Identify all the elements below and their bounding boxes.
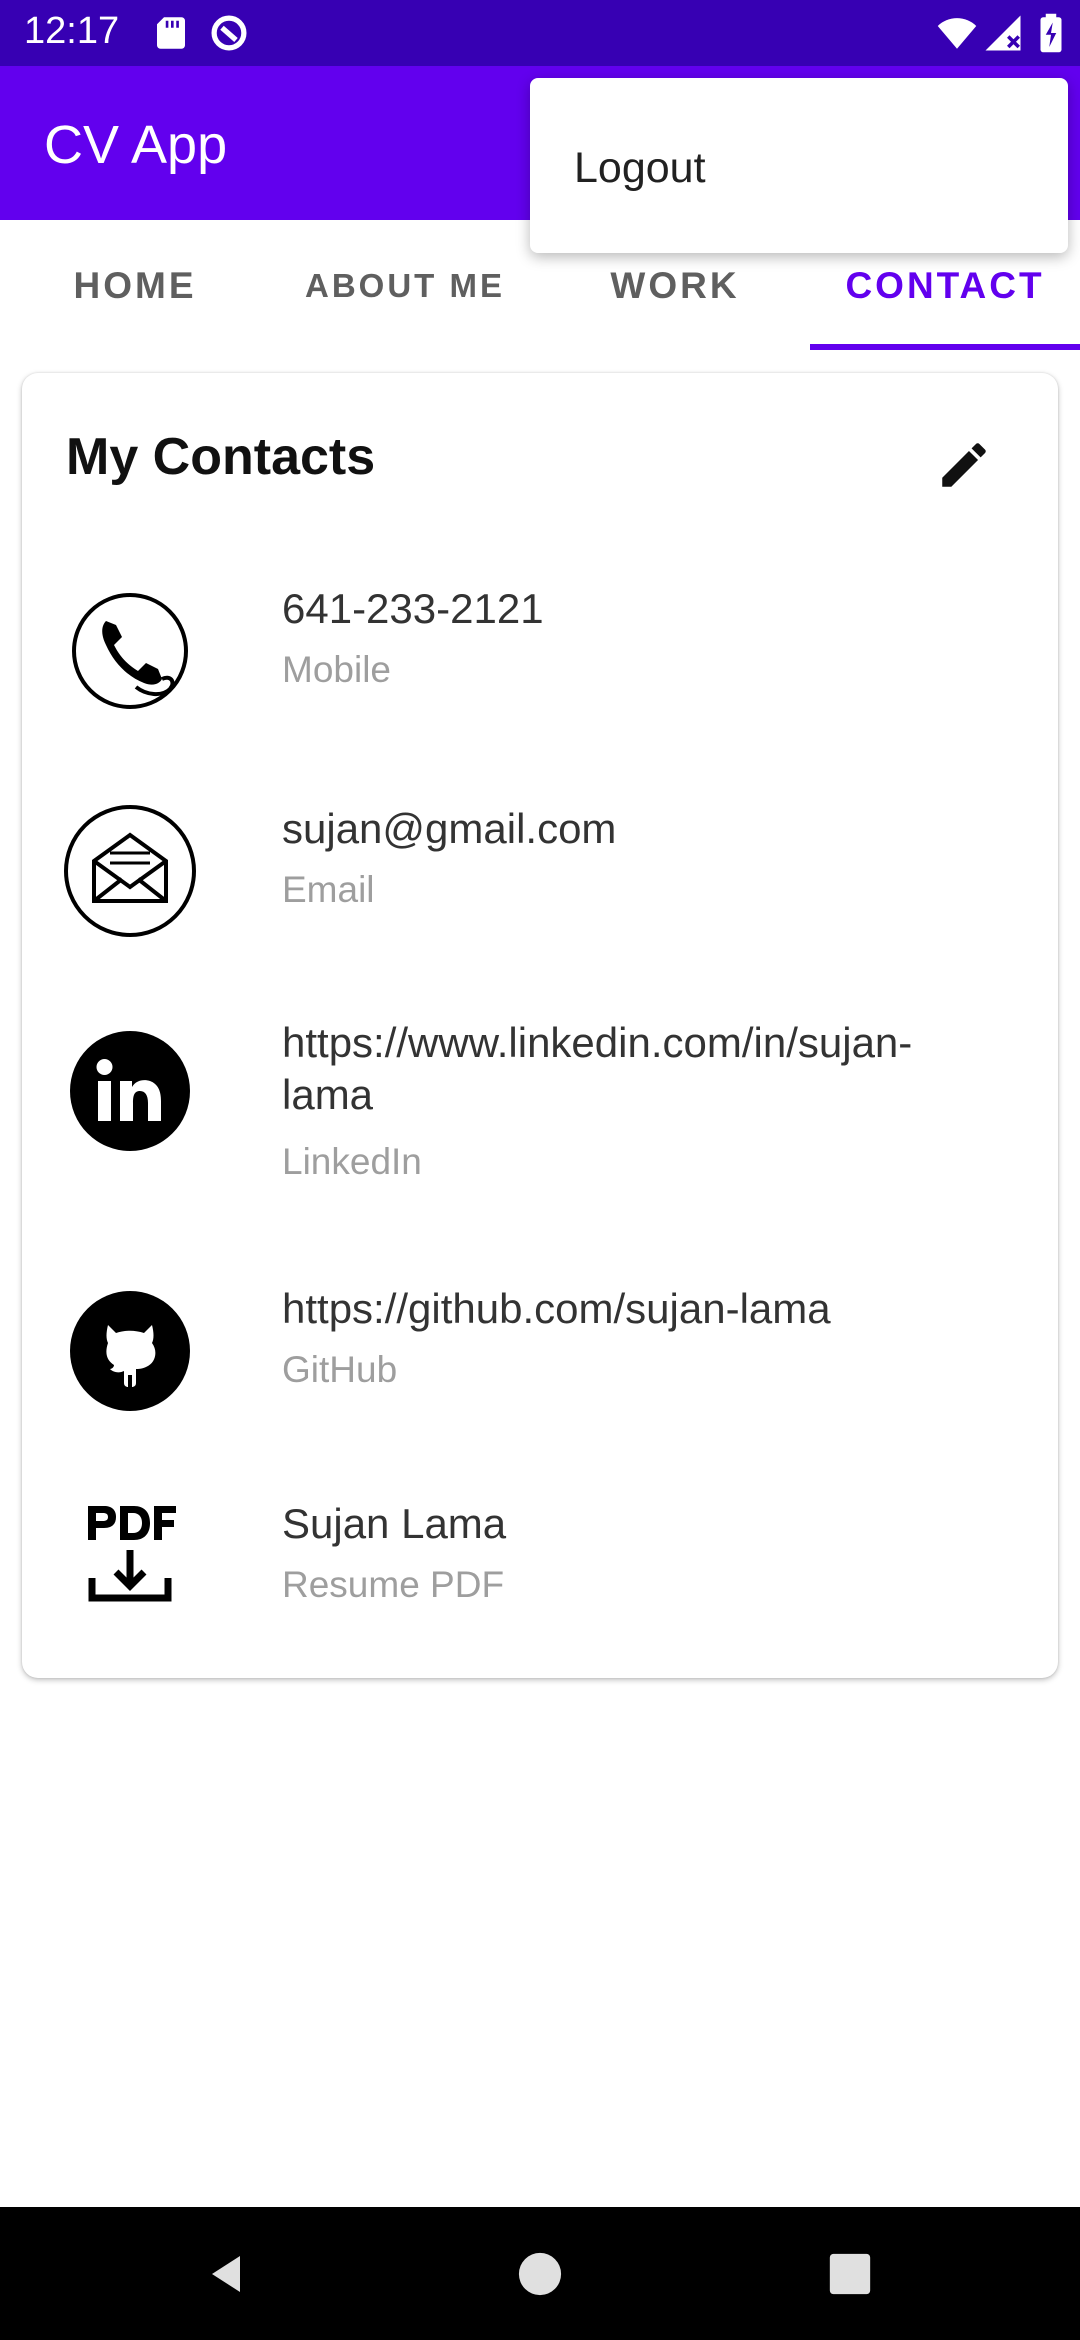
edit-button[interactable] xyxy=(932,433,996,497)
back-button[interactable] xyxy=(166,2207,286,2340)
contact-label: GitHub xyxy=(282,1349,398,1390)
battery-charging-icon xyxy=(1040,13,1062,53)
overflow-menu: Logout xyxy=(530,78,1068,253)
contacts-card: My Contacts 641-233-2121 Mobile sujan@gm… xyxy=(22,373,1058,1678)
pdf-download-icon xyxy=(88,1506,176,1602)
tab-indicator xyxy=(810,344,1080,350)
recents-button[interactable] xyxy=(790,2207,910,2340)
sd-card-icon xyxy=(157,17,185,49)
github-icon xyxy=(70,1291,190,1411)
logout-menu-item[interactable]: Logout xyxy=(574,144,706,193)
contact-label: Email xyxy=(282,869,375,910)
status-time: 12:17 xyxy=(24,10,120,52)
contact-label: Mobile xyxy=(282,649,391,690)
recents-icon xyxy=(829,2253,871,2294)
contact-value: 641-233-2121 xyxy=(282,585,544,632)
card-title: My Contacts xyxy=(66,428,376,486)
contact-value: sujan@gmail.com xyxy=(282,805,617,852)
back-icon xyxy=(212,2255,240,2292)
contact-label: LinkedIn xyxy=(282,1141,422,1182)
home-icon xyxy=(518,2252,562,2295)
tab-home[interactable]: HOME xyxy=(0,220,270,352)
contact-value: Sujan Lama xyxy=(282,1500,507,1547)
contact-value: https://github.com/sujan-lama xyxy=(282,1285,831,1332)
home-button[interactable] xyxy=(480,2207,600,2340)
pencil-icon xyxy=(942,443,986,487)
status-bar: 12:17 xyxy=(0,0,1080,66)
phone-icon xyxy=(72,593,188,709)
linkedin-icon xyxy=(70,1031,190,1151)
app-title: CV App xyxy=(44,115,228,175)
tab-about-me[interactable]: ABOUT ME xyxy=(270,220,540,352)
envelope-icon xyxy=(64,805,196,937)
contact-value: https://www.linkedin.com/in/sujan-lama xyxy=(282,1019,913,1118)
system-nav-bar xyxy=(0,2207,1080,2340)
signal-icon xyxy=(985,15,1021,51)
wifi-icon xyxy=(937,18,977,49)
contact-label: Resume PDF xyxy=(282,1564,505,1605)
data-saver-icon xyxy=(211,15,247,51)
